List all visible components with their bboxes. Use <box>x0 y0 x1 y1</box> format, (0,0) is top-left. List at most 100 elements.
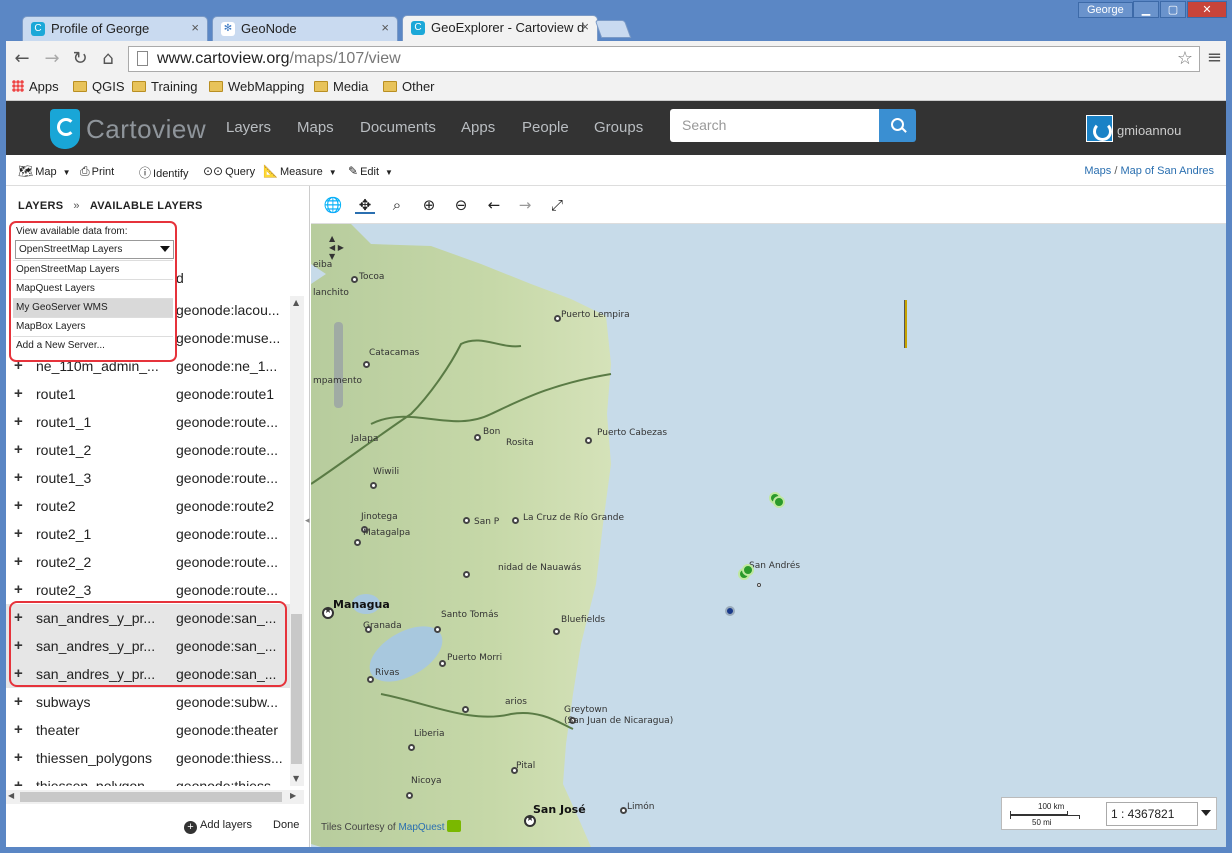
scale-select[interactable]: 1 : 4367821 <box>1106 802 1198 826</box>
nav-layers[interactable]: Layers <box>226 119 271 136</box>
nav-groups[interactable]: Groups <box>594 119 643 136</box>
done-button[interactable]: Done <box>273 819 299 831</box>
map-viewport[interactable]: 🌐 ✥ ⌕ ⊕ ⊖ ← → ⤢ ▲ ◀ ▶ ▼ eiba lanchito mp… <box>311 186 1226 847</box>
tab-layers[interactable]: LAYERS <box>18 200 63 212</box>
history-back-icon[interactable]: ← <box>484 196 504 214</box>
add-icon[interactable]: + <box>14 441 23 458</box>
bookmark-webmapping[interactable]: WebMapping <box>209 79 304 94</box>
bookmark-star-icon[interactable]: ☆ <box>1177 48 1193 69</box>
map-feature-point[interactable] <box>773 496 785 508</box>
identify-button[interactable]: ⓘ Identify <box>139 164 188 181</box>
back-icon[interactable]: ← <box>12 48 32 69</box>
table-row[interactable]: + thiessen_polygon... geonode:thiess... <box>6 772 290 786</box>
maximize-button[interactable]: ▢ <box>1160 1 1186 18</box>
scroll-up-icon[interactable]: ▲ <box>293 298 299 307</box>
add-icon[interactable]: + <box>14 693 23 710</box>
close-icon[interactable]: × <box>381 20 389 35</box>
server-option[interactable]: MapQuest Layers <box>13 279 173 298</box>
map-feature-line[interactable] <box>904 300 907 348</box>
mapquest-link[interactable]: MapQuest <box>398 822 444 833</box>
table-row[interactable]: + route1 geonode:route1 <box>6 380 290 408</box>
map-feature-point[interactable] <box>725 606 735 616</box>
close-window-button[interactable]: ✕ <box>1187 1 1227 18</box>
search-button[interactable] <box>879 109 916 142</box>
add-icon[interactable]: + <box>14 721 23 738</box>
server-option[interactable]: My GeoServer WMS <box>13 298 173 317</box>
table-row[interactable]: + route1_1 geonode:route... <box>6 408 290 436</box>
chrome-menu-icon[interactable]: ≡ <box>1207 47 1222 68</box>
scroll-right-icon[interactable]: ▶ <box>290 791 296 800</box>
address-bar[interactable]: www.cartoview.org/maps/107/view ☆ <box>128 46 1200 72</box>
tab-geoexplorer[interactable]: C GeoExplorer - Cartoview d × <box>402 15 598 41</box>
query-button[interactable]: ⊙⊙ Query <box>203 164 255 178</box>
table-row[interactable]: + san_andres_y_pr... geonode:san_... <box>6 632 290 660</box>
chevron-down-icon[interactable] <box>160 246 170 252</box>
table-row[interactable]: + route2_3 geonode:route... <box>6 576 290 604</box>
profile-button[interactable]: George <box>1078 2 1133 18</box>
zoom-out-icon[interactable]: ⊖ <box>451 196 471 214</box>
search-input[interactable]: Search <box>670 109 879 142</box>
minimize-button[interactable]: ▁ <box>1133 1 1159 18</box>
table-row[interactable]: + subways geonode:subw... <box>6 688 290 716</box>
hscrollbar-thumb[interactable] <box>20 792 282 802</box>
nav-documents[interactable]: Documents <box>360 119 436 136</box>
breadcrumb-map-title[interactable]: Map of San Andres <box>1120 165 1214 177</box>
new-tab-button[interactable] <box>594 20 632 38</box>
table-row[interactable]: + route2_2 geonode:route... <box>6 548 290 576</box>
table-row[interactable]: + route2_1 geonode:route... <box>6 520 290 548</box>
server-option[interactable]: MapBox Layers <box>13 317 173 336</box>
add-icon[interactable]: + <box>14 581 23 598</box>
zoom-in-icon[interactable]: ⊕ <box>419 196 439 214</box>
zoom-box-icon[interactable]: ⌕ <box>387 196 407 214</box>
reload-icon[interactable]: ↻ <box>70 48 90 69</box>
scrollbar-thumb[interactable] <box>291 614 302 764</box>
server-select[interactable]: OpenStreetMap Layers <box>15 240 174 259</box>
add-icon[interactable]: + <box>14 637 23 654</box>
avatar[interactable] <box>1086 115 1113 142</box>
add-icon[interactable]: + <box>14 665 23 682</box>
table-row[interactable]: + theater geonode:theater <box>6 716 290 744</box>
add-icon[interactable]: + <box>14 553 23 570</box>
bookmark-media[interactable]: Media <box>314 79 368 94</box>
server-option[interactable]: Add a New Server... <box>13 336 173 355</box>
edit-button[interactable]: ✎ Edit ▼ <box>348 164 393 178</box>
history-forward-icon[interactable]: → <box>515 196 535 214</box>
scroll-down-icon[interactable]: ▼ <box>293 774 299 783</box>
nav-apps[interactable]: Apps <box>461 119 495 136</box>
map-menu-button[interactable]: 🗺 Map ▼ <box>18 164 71 178</box>
bookmark-apps[interactable]: Apps <box>12 79 59 94</box>
nav-maps[interactable]: Maps <box>297 119 334 136</box>
bookmark-training[interactable]: Training <box>132 79 197 94</box>
table-row[interactable]: + san_andres_y_pr... geonode:san_... <box>6 660 290 688</box>
close-icon[interactable]: × <box>191 20 199 35</box>
add-icon[interactable]: + <box>14 385 23 402</box>
add-layers-button[interactable]: + Add layers <box>184 819 252 834</box>
chevron-down-icon[interactable] <box>1201 810 1211 816</box>
table-row[interactable]: + route2 geonode:route2 <box>6 492 290 520</box>
add-icon[interactable]: + <box>14 749 23 766</box>
print-button[interactable]: ⎙ Print <box>80 164 114 179</box>
bookmark-qgis[interactable]: QGIS <box>73 79 125 94</box>
table-row[interactable]: + route1_2 geonode:route... <box>6 436 290 464</box>
map-feature-point[interactable] <box>742 564 754 576</box>
zoom-slider[interactable] <box>334 322 343 408</box>
nav-people[interactable]: People <box>522 119 569 136</box>
add-icon[interactable]: + <box>14 777 23 786</box>
add-icon[interactable]: + <box>14 609 23 626</box>
add-icon[interactable]: + <box>14 413 23 430</box>
pan-control-icon[interactable]: ▲ ◀ ▶ ▼ <box>329 234 344 261</box>
measure-button[interactable]: 📐 Measure ▼ <box>263 164 337 178</box>
bookmark-other[interactable]: Other <box>383 79 435 94</box>
add-icon[interactable]: + <box>14 469 23 486</box>
forward-icon[interactable]: → <box>42 48 62 69</box>
scroll-left-icon[interactable]: ◀ <box>8 791 14 800</box>
globe-icon[interactable]: 🌐 <box>323 196 343 214</box>
table-row[interactable]: + san_andres_y_pr... geonode:san_... <box>6 604 290 632</box>
add-icon[interactable]: + <box>14 497 23 514</box>
add-icon[interactable]: + <box>14 525 23 542</box>
username[interactable]: gmioannou <box>1117 123 1181 138</box>
table-row[interactable]: + thiessen_polygons geonode:thiess... <box>6 744 290 772</box>
tab-geonode[interactable]: ✻ GeoNode × <box>212 16 398 41</box>
close-icon[interactable]: × <box>581 19 589 34</box>
full-extent-icon[interactable]: ⤢ <box>547 196 567 214</box>
